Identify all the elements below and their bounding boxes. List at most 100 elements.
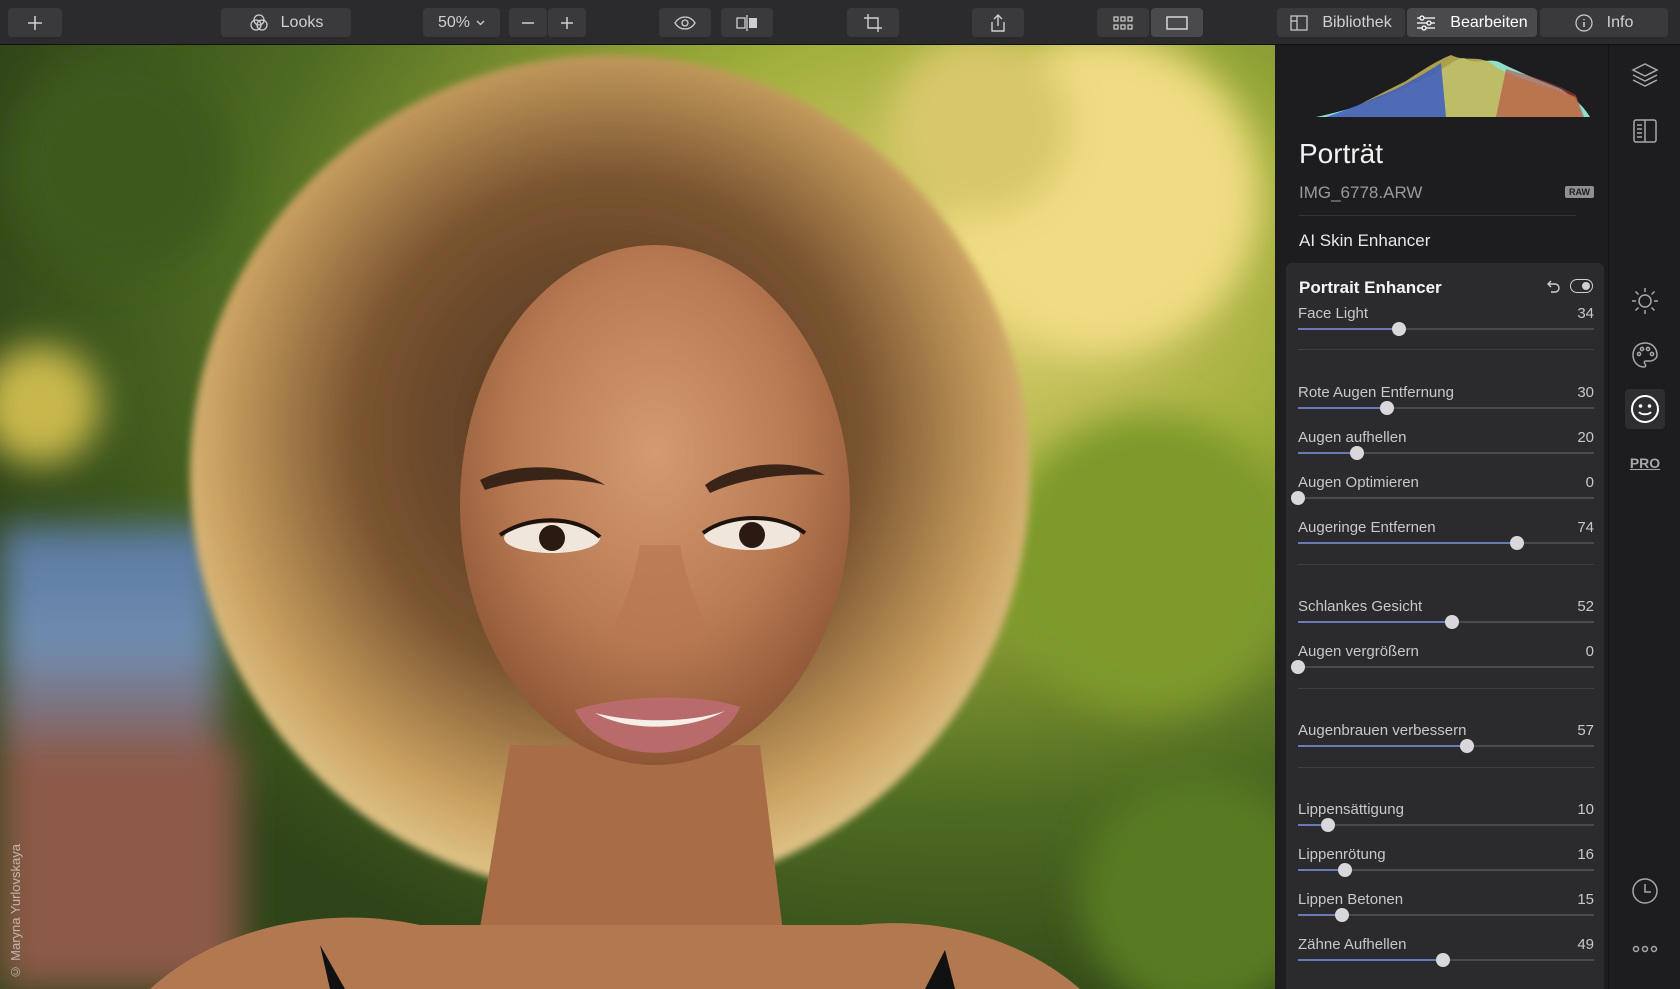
slider-value: 52	[1577, 598, 1594, 615]
looks-label: Looks	[280, 13, 324, 31]
minus-icon	[522, 21, 534, 24]
slider-handle[interactable]	[1320, 818, 1335, 832]
slider-fill	[1298, 621, 1452, 623]
more-icon[interactable]	[1629, 933, 1661, 965]
single-view-button[interactable]	[1151, 8, 1203, 37]
tab-bearbeiten[interactable]: Bearbeiten	[1407, 8, 1537, 37]
slider-label: Schlankes Gesicht	[1298, 598, 1423, 615]
library-icon	[1290, 14, 1308, 31]
grid-view-button[interactable]	[1097, 8, 1149, 37]
add-button[interactable]	[8, 8, 62, 37]
file-name: IMG_6778.ARW	[1299, 183, 1423, 202]
slider-track[interactable]	[1298, 739, 1594, 753]
slider-track[interactable]	[1298, 863, 1594, 877]
slider-track[interactable]	[1298, 446, 1594, 460]
slider-handle[interactable]	[1291, 660, 1305, 674]
slider-handle[interactable]	[1444, 615, 1459, 629]
panel-title: Porträt	[1299, 138, 1384, 169]
zoom-value: 50%	[437, 13, 471, 31]
pro-label: PRO	[1629, 455, 1661, 471]
slider-value: 10	[1577, 801, 1594, 818]
plus-icon	[561, 16, 573, 29]
photo-credit: © Maryna Yurlovskaya	[8, 843, 23, 979]
compare-panel-icon[interactable]	[1629, 115, 1661, 147]
slider-track[interactable]	[1298, 908, 1594, 922]
tab-bibliothek[interactable]: Bibliothek	[1277, 8, 1405, 37]
section-ai-skin-enhancer[interactable]: AI Skin Enhancer	[1299, 231, 1430, 251]
split-view-icon	[736, 14, 757, 31]
sun-icon[interactable]	[1629, 285, 1661, 317]
sliders-icon	[1417, 14, 1436, 31]
preview-button[interactable]	[659, 8, 711, 37]
group-divider	[1298, 349, 1594, 350]
slider-fill	[1298, 745, 1467, 747]
pro-icon[interactable]: PRO	[1627, 447, 1663, 479]
slider-row: Rote Augen Entfernung 30	[1298, 384, 1594, 424]
card-title[interactable]: Portrait Enhancer	[1299, 278, 1442, 298]
top-toolbar: Looks 50% Bibliothek Bearbeiten Info	[0, 0, 1680, 45]
enable-toggle[interactable]	[1570, 279, 1593, 293]
palette-icon[interactable]	[1629, 339, 1661, 371]
tab-info-label: Info	[1606, 13, 1634, 31]
layers-icon[interactable]	[1629, 59, 1661, 91]
crop-icon	[864, 13, 882, 32]
slider-track[interactable]	[1298, 953, 1594, 967]
zoom-select[interactable]: 50%	[423, 8, 500, 37]
slider-label: Augen vergrößern	[1298, 643, 1419, 660]
slider-track[interactable]	[1291, 660, 1594, 674]
slider-row: Augen vergrößern 0	[1291, 643, 1594, 683]
slider-label: Lippenrötung	[1298, 846, 1386, 863]
slider-fill	[1298, 542, 1518, 544]
share-button[interactable]	[972, 8, 1024, 37]
slider-track[interactable]	[1298, 322, 1594, 336]
slider-handle[interactable]	[1338, 863, 1353, 877]
slider-value: 15	[1577, 891, 1594, 908]
crop-button[interactable]	[847, 8, 899, 37]
chevron-down-icon	[476, 20, 485, 25]
slider-handle[interactable]	[1391, 322, 1406, 336]
slider-row: Face Light 34	[1298, 305, 1594, 345]
slider-handle[interactable]	[1379, 401, 1394, 415]
slider-fill	[1298, 452, 1358, 454]
info-icon	[1575, 13, 1593, 32]
slider-handle[interactable]	[1335, 908, 1350, 922]
raw-badge: RAW	[1565, 186, 1594, 198]
compare-button[interactable]	[721, 8, 773, 37]
slider-row: Lippen Betonen 15	[1298, 891, 1594, 931]
portrait-photo	[0, 45, 1275, 989]
face-icon[interactable]	[1625, 389, 1665, 429]
slider-fill	[1298, 328, 1399, 330]
slider-track[interactable]	[1298, 401, 1594, 415]
looks-icon	[249, 13, 268, 31]
slider-handle[interactable]	[1459, 739, 1474, 753]
share-icon	[991, 13, 1005, 32]
zoom-in-button[interactable]	[548, 8, 586, 37]
slider-label: Face Light	[1298, 305, 1369, 322]
slider-value: 0	[1585, 643, 1594, 660]
zoom-out-button[interactable]	[509, 8, 547, 37]
slider-handle[interactable]	[1350, 446, 1365, 460]
tab-bibliothek-label: Bibliothek	[1322, 13, 1392, 31]
slider-track[interactable]	[1298, 615, 1594, 629]
slider-track[interactable]	[1298, 536, 1594, 550]
slider-label: Lippen Betonen	[1298, 891, 1404, 908]
slider-handle[interactable]	[1510, 536, 1525, 550]
slider-value: 16	[1577, 846, 1594, 863]
panel-divider	[1299, 215, 1576, 216]
slider-row: Schlankes Gesicht 52	[1298, 598, 1594, 638]
looks-button[interactable]: Looks	[221, 8, 351, 37]
slider-label: Augen aufhellen	[1298, 429, 1407, 446]
history-icon[interactable]	[1629, 875, 1661, 907]
slider-row: Augeringe Entfernen 74	[1298, 519, 1594, 559]
slider-value: 49	[1577, 936, 1594, 953]
slider-track[interactable]	[1298, 818, 1594, 832]
tool-rail: PRO	[1608, 45, 1680, 989]
slider-track[interactable]	[1291, 491, 1594, 505]
photo-canvas[interactable]: © Maryna Yurlovskaya	[0, 45, 1275, 989]
reset-icon[interactable]	[1545, 279, 1561, 295]
slider-value: 30	[1577, 384, 1594, 401]
tab-info[interactable]: Info	[1540, 8, 1668, 37]
slider-handle[interactable]	[1436, 953, 1451, 967]
slider-handle[interactable]	[1291, 491, 1305, 505]
slider-label: Lippensättigung	[1298, 801, 1404, 818]
